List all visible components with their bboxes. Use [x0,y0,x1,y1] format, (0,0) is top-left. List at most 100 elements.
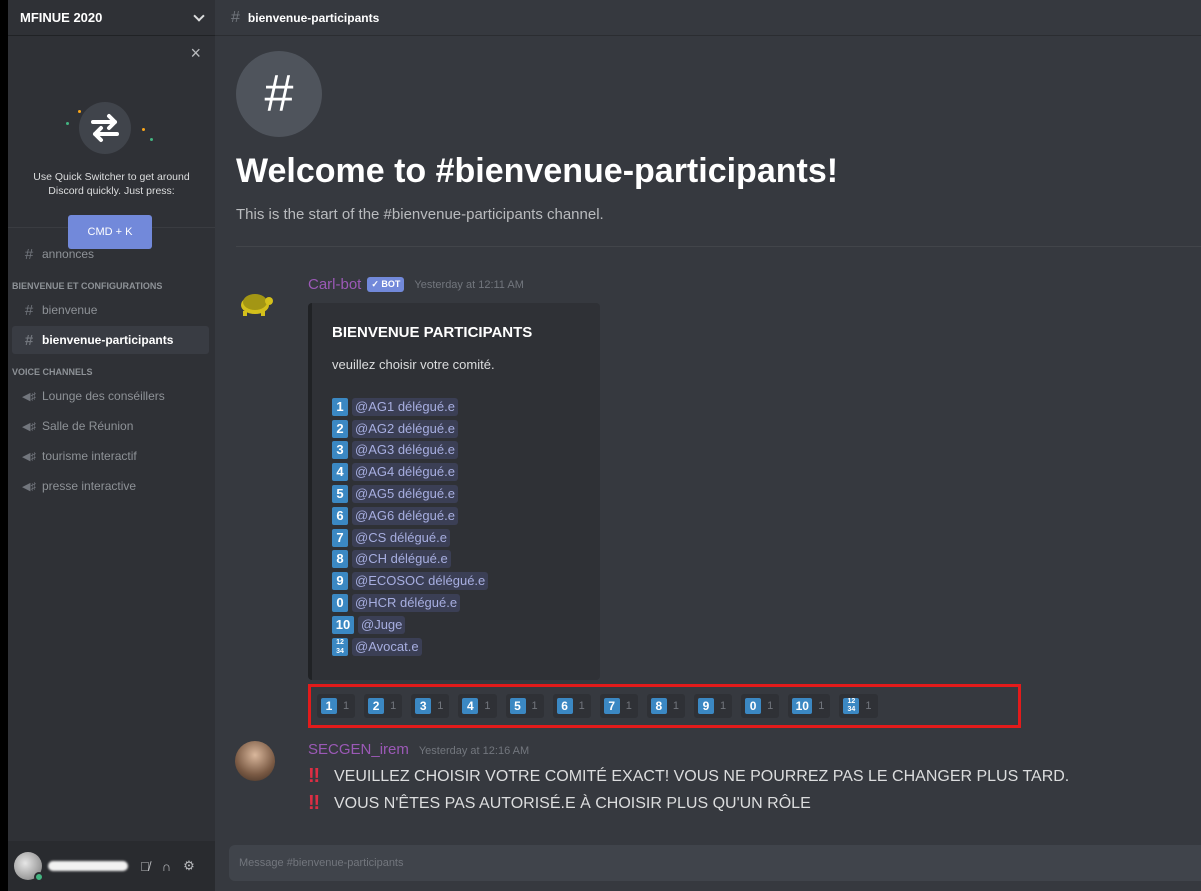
channel-annonces[interactable]: # annonces [12,240,209,268]
role-line: 2 @AG2 délégué.e [332,418,600,440]
keycap-3-icon: 3 [332,441,348,460]
role-mention[interactable]: @CS délégué.e [352,528,450,547]
keycap-5-icon: 5 [332,485,348,504]
reaction-button[interactable]: 41 [458,694,497,718]
reaction-count: 1 [672,700,679,712]
voice-channel-icon: ◀♯ [22,480,36,493]
headphones-icon[interactable]: ∩ [162,859,171,874]
reaction-count: 1 [437,700,444,712]
role-mention[interactable]: @ECOSOC délégué.e [352,572,489,591]
close-icon[interactable]: × [190,44,201,62]
role-mention[interactable]: @AG4 délégué.e [352,463,458,482]
reaction-count: 1 [343,700,350,712]
status-indicator [34,872,44,882]
author-name[interactable]: Carl-bot [308,276,361,293]
role-mention[interactable]: @AG5 délégué.e [352,485,458,504]
reaction-button[interactable]: 21 [364,694,403,718]
role-mention[interactable]: @HCR délégué.e [352,594,461,613]
reaction-button[interactable]: 81 [646,694,685,718]
voice-channel-icon: ◀♯ [22,390,36,403]
role-mention[interactable]: @AG3 délégué.e [352,441,458,460]
role-mention[interactable]: @AG6 délégué.e [352,506,458,525]
mute-microphone-icon[interactable]: 🎙̸ [140,859,150,874]
reaction-button[interactable]: 91 [694,694,733,718]
message-line: ‼ VEUILLEZ CHOISIR VOTRE COMITÉ EXACT! V… [308,765,1069,788]
avatar[interactable] [14,852,44,882]
keycap-7-icon: 7 [603,698,620,714]
keycap-9-icon: 9 [332,572,348,591]
role-mention[interactable]: @CH délégué.e [352,550,451,569]
reaction-count: 1 [390,700,397,712]
keycap-9-icon: 9 [698,698,714,714]
category-header[interactable]: VOICE CHANNELS [8,362,215,382]
avatar[interactable] [235,741,275,781]
voice-channel-icon: ◀♯ [22,450,36,463]
role-mention[interactable]: @AG2 délégué.e [352,419,458,438]
keycap-0-icon: 0 [745,698,762,714]
role-mention[interactable]: @AG1 délégué.e [352,397,458,416]
text-channel-icon: # [24,331,34,349]
category-header[interactable]: BIENVENUE ET CONFIGURATIONS [8,276,215,296]
quick-switcher-text: Use Quick Switcher to get around Discord… [33,171,190,197]
timestamp: Yesterday at 12:11 AM [414,278,524,291]
voice-channel[interactable]: ◀♯ presse interactive [12,472,209,500]
keycap-10-icon: 10 [792,698,813,714]
quick-switcher-arrows-icon [79,102,131,154]
keycap-1-icon: 1 [332,397,348,416]
reaction-count: 1 [578,700,585,712]
channel-label: bienvenue [42,303,98,317]
keycap-6-icon: 6 [332,506,348,525]
voice-channel[interactable]: ◀♯ tourisme interactif [12,442,209,470]
keycap-7-icon: 7 [332,528,348,547]
server-header[interactable]: MFINUE 2020 [8,0,215,36]
voice-channel-icon: ◀♯ [22,420,36,433]
embed-description: veuillez choisir votre comité. [332,357,495,372]
keycap-1234-icon: 12 34 [332,637,348,656]
reaction-button[interactable]: 01 [741,694,780,718]
keycap-1-icon: 1 [321,698,337,714]
reaction-count: 1 [767,700,774,712]
role-line: 10 @Juge [332,614,600,636]
voice-channel[interactable]: ◀♯ Lounge des conséillers [12,382,209,410]
reaction-button[interactable]: 12 34 1 [839,694,878,718]
message-input[interactable] [239,857,1201,869]
reaction-count: 1 [818,700,825,712]
keycap-3-icon: 3 [415,698,432,714]
channel-label: Salle de Réunion [42,419,134,433]
keycap-8-icon: 8 [332,550,348,569]
role-line: 5 @AG5 délégué.e [332,483,600,505]
role-line: 6 @AG6 délégué.e [332,505,600,527]
bot-avatar[interactable] [235,281,275,321]
gear-icon[interactable]: ⚙ [183,858,195,874]
message-header: Carl-bot ✓ BOT Yesterday at 12:11 AM [308,276,524,293]
author-name[interactable]: SECGEN_irem [308,741,409,758]
reaction-count: 1 [720,700,727,712]
welcome-subtitle: This is the start of the #bienvenue-part… [236,206,604,223]
server-name: MFINUE 2020 [20,10,103,25]
role-mention[interactable]: @Avocat.e [352,637,422,656]
text-channel-icon: # [231,8,240,26]
keycap-1234-icon: 12 34 [843,698,860,714]
reaction-button[interactable]: 31 [411,694,450,718]
reaction-button[interactable]: 10 1 [788,694,831,718]
reaction-button[interactable]: 51 [505,694,544,718]
channel-label: Lounge des conséillers [42,389,165,403]
channel-label: presse interactive [42,479,137,493]
channel-label: annonces [42,247,95,261]
channel-sidebar: MFINUE 2020 × Use Quick Switcher to get … [8,0,215,891]
reaction-count: 1 [484,700,491,712]
voice-channel[interactable]: ◀♯ Salle de Réunion [12,412,209,440]
keycap-5-icon: 5 [509,698,526,714]
message-line: ‼ VOUS N'ÊTES PAS AUTORISÉ.E À CHOISIR P… [308,792,811,815]
message-header: SECGEN_irem Yesterday at 12:16 AM [308,741,529,758]
keycap-4-icon: 4 [332,463,348,482]
channel-bienvenue[interactable]: # bienvenue [12,296,209,324]
role-mention[interactable]: @Juge [358,615,406,634]
keycap-6-icon: 6 [556,698,573,714]
chevron-down-icon [193,9,205,22]
reaction-button[interactable]: 71 [599,694,638,718]
reaction-button[interactable]: 11 [317,694,356,718]
channel-bienvenue-participants[interactable]: # bienvenue-participants [12,326,209,354]
channel-title: bienvenue-participants [247,10,380,25]
reaction-button[interactable]: 61 [552,694,591,718]
